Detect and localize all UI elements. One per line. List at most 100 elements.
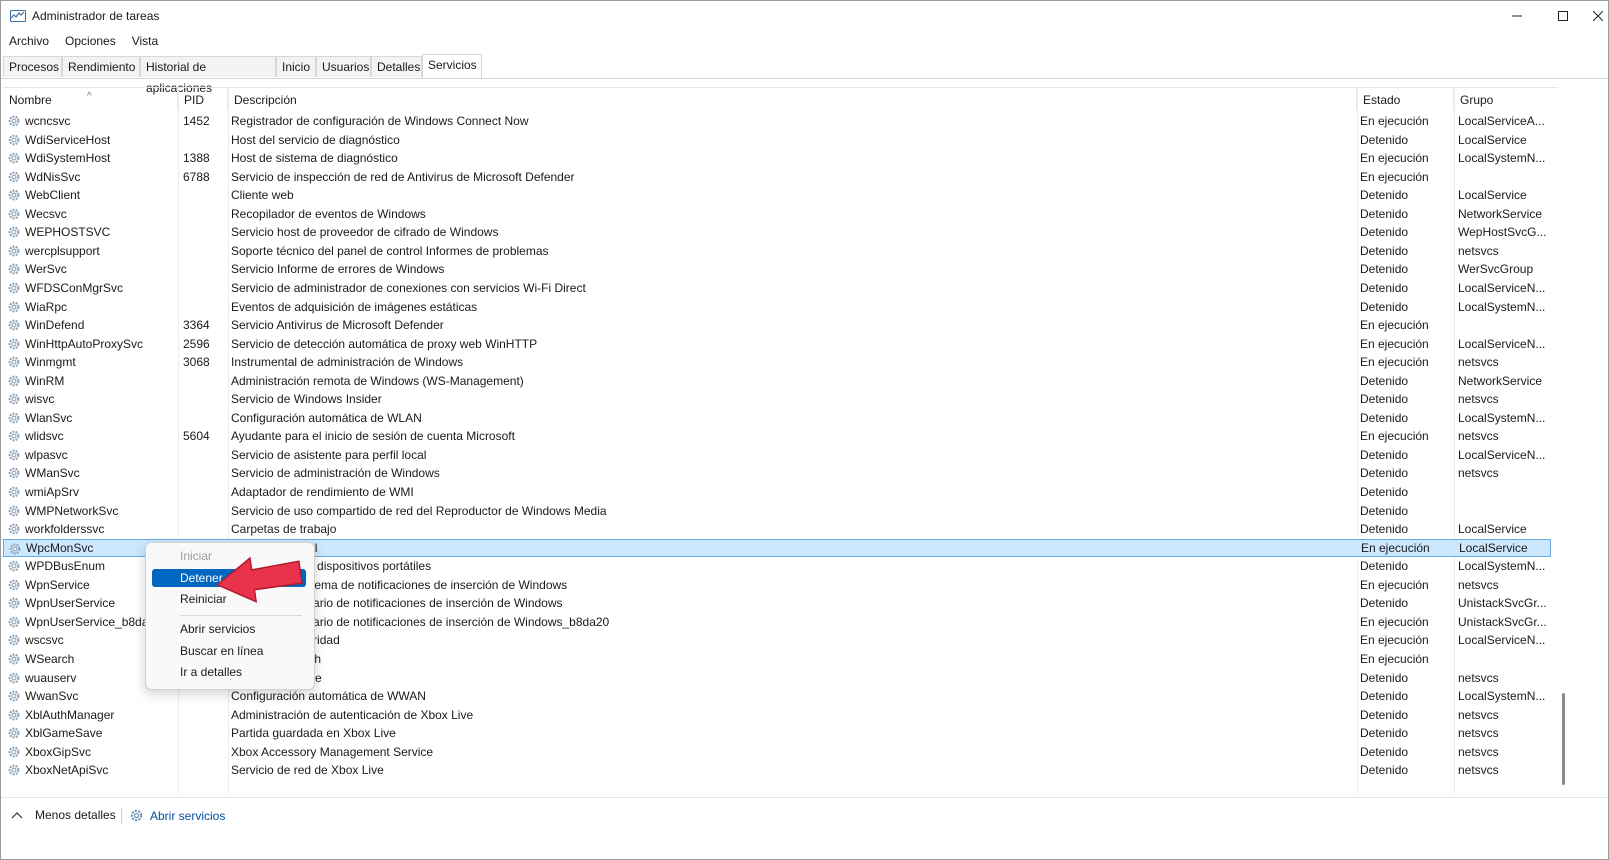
cell-desc: Servicio de inspección de red de Antivir… (231, 169, 575, 184)
table-row[interactable]: wcncsvc 1452 Registrador de configuración … (3, 112, 1551, 130)
scrollbar-thumb[interactable] (1562, 693, 1565, 785)
service-gear-icon (7, 652, 21, 666)
cell-desc: Windows Search (231, 650, 1351, 668)
table-row[interactable]: WdNisSvc 6788 Servicio de inspección de re… (3, 168, 1551, 186)
cell-state: Detenido (1360, 410, 1409, 425)
cell-name: wlidsvc (25, 429, 64, 444)
cell-name: WebClient (25, 188, 81, 203)
maximize-button[interactable] (1540, 1, 1586, 31)
cell-group: LocalSystemN... (1458, 559, 1546, 574)
cell-desc: Cliente web (231, 188, 294, 203)
cell-pid: 1388 (183, 151, 210, 166)
tab-rendimiento[interactable]: Rendimiento (62, 56, 140, 77)
cell-group: LocalServiceN... (1458, 633, 1546, 648)
cell-desc: Host del servicio de diagnóstico (231, 132, 400, 147)
service-gear-icon (7, 374, 21, 388)
menu-vista[interactable]: Vista (124, 32, 166, 52)
table-row[interactable]: WiaRpc Eventos de adquisición de imágenes… (3, 298, 1551, 316)
ctx-abrir-servicios[interactable]: Abrir servicios (152, 620, 306, 638)
table-row[interactable]: WdiServiceHost Host del servicio de diagn… (3, 131, 1551, 149)
cell-group: LocalService (1458, 522, 1527, 537)
service-gear-icon (7, 355, 21, 369)
cell-group: LocalService (1458, 188, 1527, 203)
table-row[interactable]: Wecsvc Recopilador de eventos de Windows D… (3, 205, 1551, 223)
cell-desc: Servicio de usuario de notificaciones de… (231, 596, 563, 611)
cell-state: En ejecución (1360, 577, 1429, 592)
cell-group: UnistackSvcGr... (1458, 596, 1547, 611)
table-row[interactable]: wercplsupport Soporte técnico del panel d… (3, 242, 1551, 260)
column-header-name[interactable]: ^ Nombre (3, 88, 178, 110)
table-row[interactable]: WebClient Cliente web Detenido LocalService (3, 186, 1551, 204)
maximize-icon (1558, 11, 1568, 21)
close-icon (1593, 11, 1603, 21)
service-gear-icon (7, 522, 21, 536)
cell-group: netsvcs (1458, 355, 1499, 370)
cell-name: wcncsvc (25, 114, 71, 128)
footer-divider (121, 808, 122, 824)
table-row[interactable]: WManSvc Servicio de administración de Win… (3, 464, 1551, 482)
table-row[interactable]: WlanSvc Configuración automática de WLAN D… (3, 409, 1551, 427)
table-row[interactable]: workfolderssvc Carpetas de trabajo Detenid… (3, 520, 1551, 538)
column-header-group[interactable]: Grupo (1454, 88, 1558, 110)
service-gear-icon (7, 170, 21, 184)
close-button[interactable] (1586, 1, 1609, 31)
service-gear-icon (7, 207, 21, 221)
table-row[interactable]: wlpasvc Servicio de asistente para perfil… (3, 446, 1551, 464)
tab-inicio[interactable]: Inicio (276, 56, 316, 77)
vertical-scrollbar[interactable] (1559, 87, 1569, 793)
menu-archivo[interactable]: Archivo (1, 32, 57, 52)
table-row[interactable]: Winmgmt 3068 Instrumental de administració… (3, 353, 1551, 371)
cell-name: WlanSvc (25, 410, 73, 425)
table-row[interactable]: wisvc Servicio de Windows Insider Detenido… (3, 390, 1551, 408)
table-row[interactable]: XblGameSave Partida guardada en Xbox Live… (3, 724, 1551, 742)
cell-name: WdiServiceHost (25, 132, 111, 147)
table-row[interactable]: XboxNetApiSvc Servicio de red de Xbox Liv… (3, 761, 1551, 779)
sort-ascending-icon: ^ (87, 91, 92, 102)
table-row[interactable]: XblAuthManager Administración de autentic… (3, 706, 1551, 724)
table-row[interactable]: WEPHOSTSVC Servicio host de proveedor de … (3, 223, 1551, 241)
service-gear-icon (7, 448, 21, 462)
footer-bar: Menos detalles Abrir servicios (1, 797, 1608, 834)
table-row[interactable]: XboxGipSvc Xbox Accessory Management Serv… (3, 743, 1551, 761)
cell-desc: Servicio de usuario de notificaciones de… (231, 614, 610, 629)
cell-name: Wecsvc (25, 206, 67, 221)
cell-state: Detenido (1360, 373, 1409, 388)
less-details-button[interactable]: Menos detalles (11, 808, 116, 822)
table-row[interactable]: WMPNetworkSvc Servicio de uso compartido … (3, 502, 1551, 520)
cell-name: wercplsupport (25, 243, 100, 258)
table-row[interactable]: WdiSystemHost 1388 Host de sistema de diag… (3, 149, 1551, 167)
table-row[interactable]: wlidsvc 5604 Ayudante para el inicio de se… (3, 427, 1551, 445)
minimize-button[interactable] (1494, 1, 1540, 31)
tab-procesos[interactable]: Procesos (3, 56, 62, 77)
cell-pid: 1452 (183, 114, 210, 128)
cell-name: XboxNetApiSvc (25, 763, 109, 778)
cell-group: LocalServiceN... (1458, 280, 1546, 295)
cell-group: netsvcs (1458, 670, 1499, 685)
cell-group: LocalSystemN... (1458, 410, 1546, 425)
ctx-ir-a-detalles[interactable]: Ir a detalles (152, 663, 306, 681)
table-row[interactable]: WinRM Administración remota de Windows (W… (3, 372, 1551, 390)
table-row[interactable]: WinHttpAutoProxySvc 2596 Servicio de detec… (3, 335, 1551, 353)
tab-detalles[interactable]: Detalles (371, 56, 422, 77)
cell-name: WinRM (25, 373, 65, 388)
cell-group: LocalServiceN... (1458, 336, 1546, 351)
column-header-pid[interactable]: PID (178, 88, 228, 110)
ctx-buscar-en-linea[interactable]: Buscar en línea (152, 642, 306, 660)
table-row[interactable]: WFDSConMgrSvc Servicio de administrador d… (3, 279, 1551, 297)
tab-historial[interactable]: Historial de aplicaciones (140, 56, 276, 95)
tab-servicios[interactable]: Servicios (422, 54, 482, 78)
cell-state: Detenido (1360, 447, 1409, 462)
column-header-description[interactable]: Descripción (228, 88, 1357, 110)
menu-opciones[interactable]: Opciones (57, 32, 124, 52)
service-gear-icon (7, 596, 21, 610)
column-header-state[interactable]: Estado (1357, 88, 1454, 110)
cell-group: netsvcs (1458, 466, 1499, 481)
table-row[interactable]: wmiApSrv Adaptador de rendimiento de WMI D… (3, 483, 1551, 501)
open-services-link[interactable]: Abrir servicios (129, 808, 225, 823)
cell-group: LocalService (1459, 540, 1528, 555)
table-row[interactable]: WinDefend 3364 Servicio Antivirus de Micro… (3, 316, 1551, 334)
tab-usuarios[interactable]: Usuarios (316, 56, 371, 77)
service-gear-icon (7, 411, 21, 425)
table-row[interactable]: WerSvc Servicio Informe de errores de Win… (3, 260, 1551, 278)
column-name-label: Nombre (9, 93, 52, 107)
